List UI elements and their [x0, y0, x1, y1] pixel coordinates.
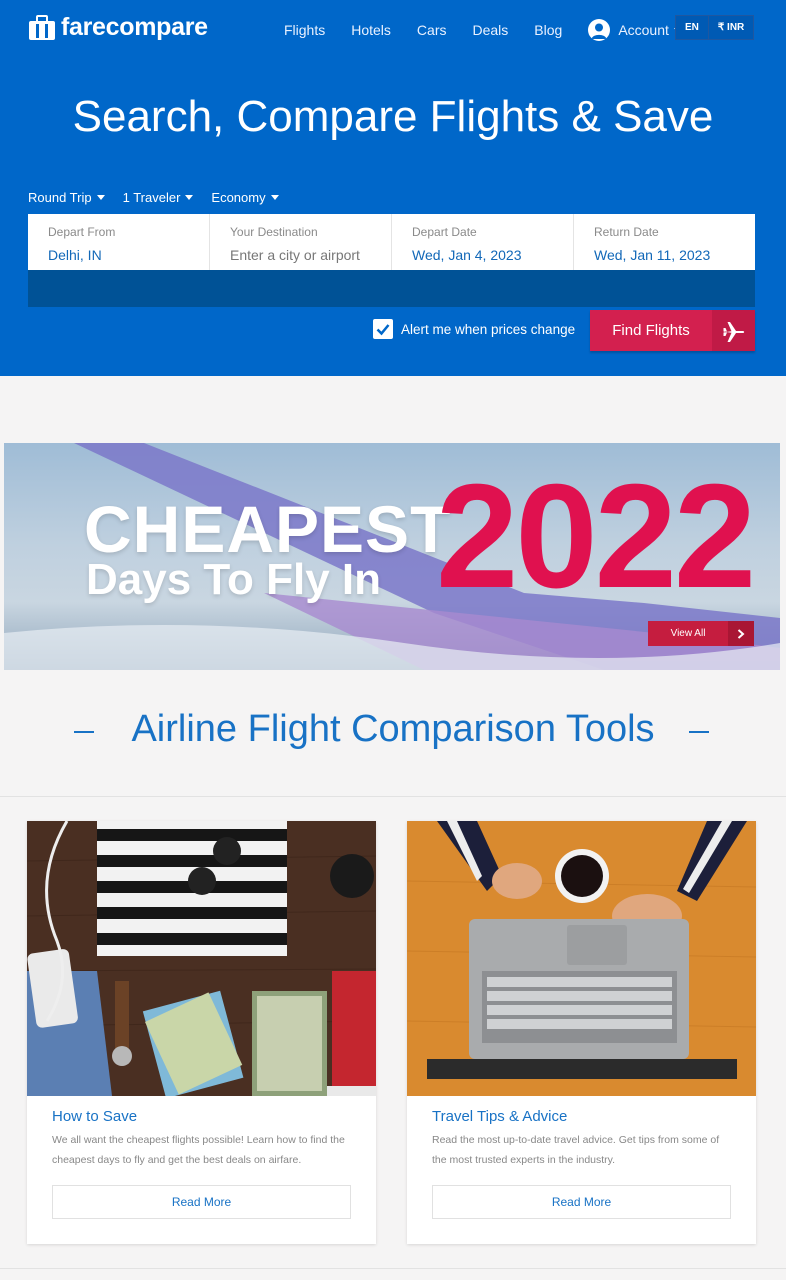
chevron-down-icon [270, 195, 279, 200]
read-more-button[interactable]: Read More [52, 1185, 351, 1219]
chevron-down-icon [185, 195, 194, 200]
card-description: Read the most up-to-date travel advice. … [432, 1134, 720, 1166]
depart-from-field[interactable]: Depart From Delhi, IN [28, 214, 210, 270]
page-title: Search, Compare Flights & Save [72, 92, 714, 141]
nav-hotels[interactable]: Hotels [351, 22, 391, 38]
section-title: Airline Flight Comparison Tools [131, 708, 655, 750]
search-form-footer [28, 270, 755, 307]
main-nav: Flights Hotels Cars Deals Blog Account [284, 19, 682, 41]
nav-deals[interactable]: Deals [472, 22, 508, 38]
depart-date-label: Depart Date [412, 225, 477, 239]
brand-name: farecompare [61, 13, 208, 41]
read-more-button[interactable]: Read More [432, 1185, 731, 1219]
return-date-field[interactable]: Return Date Wed, Jan 11, 2023 [574, 214, 755, 270]
title-dash-right [689, 731, 709, 733]
card-travel-tips: Travel Tips & Advice Read the most up-to… [407, 821, 756, 1244]
avatar-icon [588, 19, 611, 41]
checkmark-icon [376, 324, 390, 336]
footer-divider [0, 1268, 786, 1269]
view-all-button[interactable]: View All [648, 621, 754, 646]
find-flights-button[interactable]: Find Flights [590, 310, 755, 351]
cabin-value: Economy [211, 190, 266, 205]
travel-items-image [27, 821, 376, 1096]
chevron-right-icon [728, 621, 754, 646]
banner-subheadline: Days To Fly In [86, 555, 382, 604]
search-options: Round Trip 1 Traveler Economy [28, 190, 297, 205]
trip-type-value: Round Trip [28, 190, 92, 205]
suitcase-logo-icon [28, 14, 56, 41]
laptop-coffee-image [407, 821, 756, 1096]
nav-flights[interactable]: Flights [284, 22, 325, 38]
price-alert-label: Alert me when prices change [401, 321, 576, 337]
depart-from-label: Depart From [48, 225, 116, 239]
nav-blog[interactable]: Blog [534, 22, 562, 38]
depart-from-value[interactable]: Delhi, IN [48, 247, 209, 263]
cabin-select[interactable]: Economy [211, 190, 279, 205]
chevron-down-icon [96, 195, 105, 200]
travelers-select[interactable]: 1 Traveler [123, 190, 194, 205]
return-date-label: Return Date [594, 225, 659, 239]
card-how-to-save: How to Save We all want the cheapest fli… [27, 821, 376, 1244]
depart-date-value[interactable]: Wed, Jan 4, 2023 [412, 247, 573, 263]
promo-banner[interactable]: CHEAPEST Days To Fly In 2022 View All [4, 443, 780, 670]
find-flights-label: Find Flights [612, 322, 690, 339]
depart-date-field[interactable]: Depart Date Wed, Jan 4, 2023 [392, 214, 574, 270]
card-title[interactable]: Travel Tips & Advice [432, 1108, 567, 1125]
account-label: Account [618, 22, 669, 38]
language-button[interactable]: EN [676, 16, 708, 39]
card-description: We all want the cheapest flights possibl… [52, 1134, 345, 1166]
search-hero: farecompare Flights Hotels Cars Deals Bl… [0, 0, 786, 376]
banner-year: 2022 [436, 454, 756, 619]
nav-cars[interactable]: Cars [417, 22, 447, 38]
locale-switcher[interactable]: EN ₹ INR [675, 15, 755, 40]
destination-label: Your Destination [230, 225, 318, 239]
price-alert-checkbox[interactable] [373, 319, 393, 339]
account-menu[interactable]: Account [588, 19, 682, 41]
travelers-value: 1 Traveler [122, 190, 181, 205]
currency-button[interactable]: ₹ INR [707, 16, 753, 39]
flight-search-form: Depart From Delhi, IN Your Destination E… [28, 214, 755, 270]
trip-type-select[interactable]: Round Trip [28, 190, 105, 205]
logo[interactable]: farecompare [28, 13, 208, 42]
airplane-icon [712, 310, 755, 351]
return-date-value[interactable]: Wed, Jan 11, 2023 [594, 247, 755, 263]
view-all-label: View All [670, 628, 706, 639]
destination-input[interactable]: Enter a city or airport [230, 247, 391, 263]
section-divider [0, 796, 786, 797]
destination-field[interactable]: Your Destination Enter a city or airport [210, 214, 392, 270]
price-alert-toggle[interactable]: Alert me when prices change [373, 319, 575, 339]
card-title[interactable]: How to Save [52, 1108, 137, 1125]
